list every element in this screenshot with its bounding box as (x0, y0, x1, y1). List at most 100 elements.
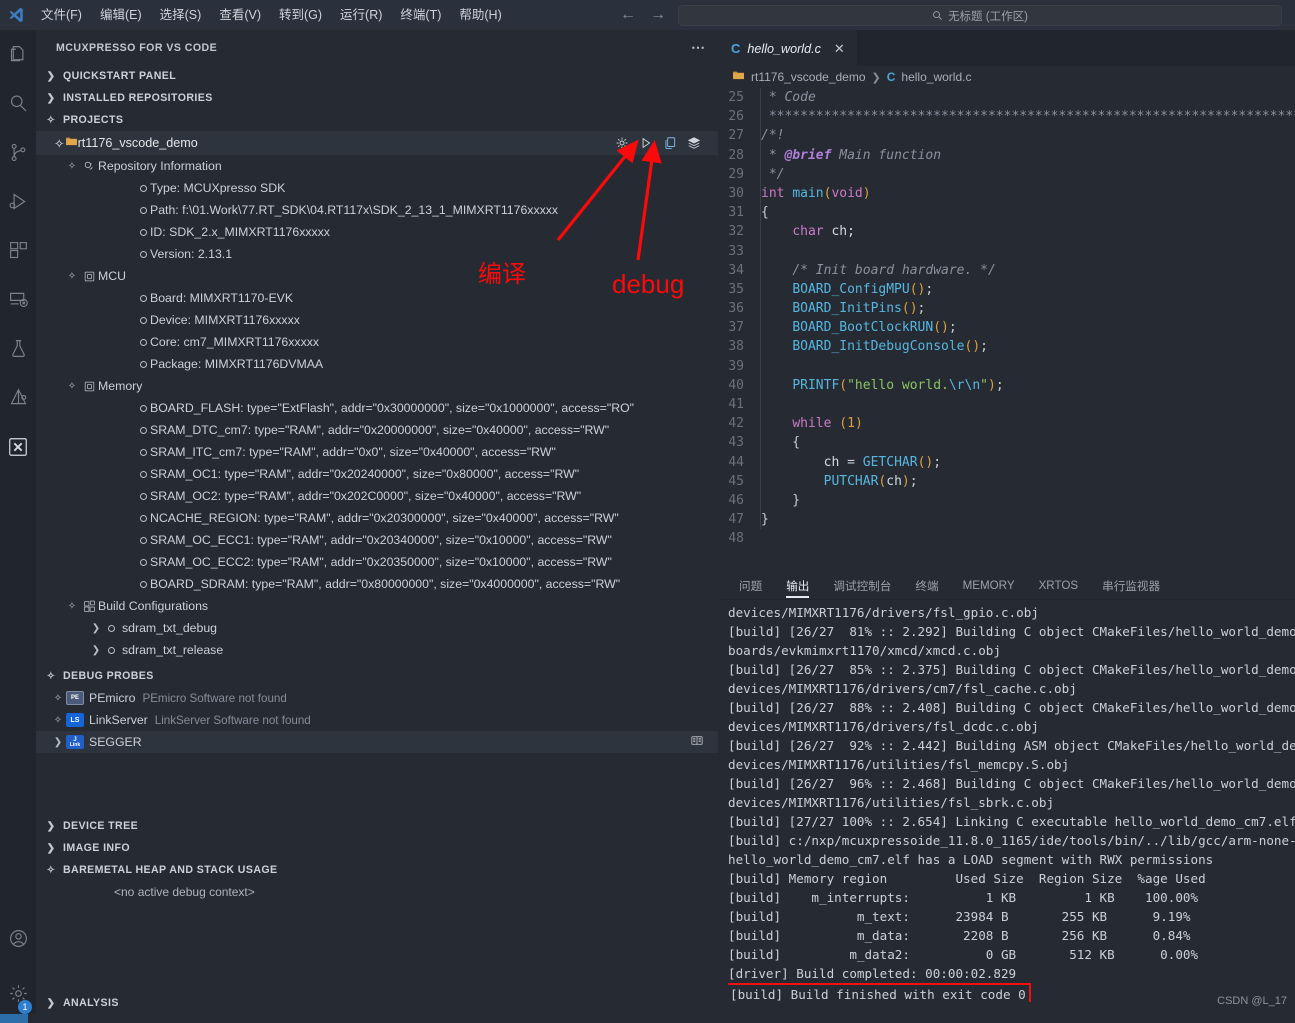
folder-icon (732, 69, 745, 85)
list-item-memory-region[interactable]: SRAM_OC1: type="RAM", addr="0x20240000",… (36, 463, 718, 485)
menu-run[interactable]: 运行(R) (331, 0, 391, 30)
project-action-buttons (614, 135, 702, 151)
list-item-repo-type[interactable]: Type: MCUXpresso SDK (36, 177, 718, 199)
menu-help[interactable]: 帮助(H) (450, 0, 510, 30)
search-icon[interactable] (0, 79, 36, 128)
bullet-icon (136, 515, 150, 522)
probe-list-icon[interactable] (690, 734, 704, 750)
arrow-left-icon[interactable]: ← (620, 7, 636, 23)
chevron-down-icon[interactable]: ✧ (64, 161, 80, 172)
tree-node-memory[interactable]: ✧ Memory (36, 375, 718, 397)
code-line: 43 { (718, 433, 1295, 452)
account-icon[interactable] (0, 914, 36, 963)
tab-output[interactable]: 输出 (774, 572, 821, 600)
list-item-build-config-sdram-txt-release[interactable]: ❯ sdram_txt_release (36, 639, 718, 661)
mcuxpresso-x-icon[interactable] (0, 422, 36, 471)
menu-edit[interactable]: 编辑(E) (91, 0, 151, 30)
remote-explorer-icon[interactable] (0, 275, 36, 324)
code-editor[interactable]: 25 * Code26 ****************************… (718, 88, 1295, 572)
tree-node-build-configurations[interactable]: ✧ Build Configurations (36, 595, 718, 617)
debug-play-icon[interactable] (638, 135, 654, 151)
editor-tab-bar: C hello_world.c ✕ (718, 30, 1295, 66)
chevron-right-icon[interactable]: ❯ (88, 645, 104, 656)
list-item-memory-region[interactable]: SRAM_DTC_cm7: type="RAM", addr="0x200000… (36, 419, 718, 441)
copy-icon[interactable] (662, 135, 678, 151)
extensions-icon[interactable] (0, 226, 36, 275)
debug-probe-pemicro[interactable]: ✧ PE PEmicro PEmicro Software not found (36, 687, 718, 709)
sidebar-section-projects[interactable]: ✧ PROJECTS (36, 109, 718, 131)
remote-indicator-icon[interactable] (0, 1014, 28, 1023)
list-item-memory-region[interactable]: SRAM_ITC_cm7: type="RAM", addr="0x0", si… (36, 441, 718, 463)
tab-problems[interactable]: 问题 (727, 572, 774, 600)
chevron-right-icon[interactable]: ❯ (88, 623, 104, 634)
sidebar-section-image-info[interactable]: ❯ IMAGE INFO (36, 837, 718, 859)
sidebar-section-baremetal-heap-and-stack-usage[interactable]: ✧ BAREMETAL HEAP AND STACK USAGE (36, 859, 718, 881)
menu-view[interactable]: 查看(V) (210, 0, 270, 30)
breadcrumb-file[interactable]: hello_world.c (901, 70, 971, 84)
project-name: rt1176_vscode_demo (78, 136, 198, 150)
line-number: 42 (718, 414, 760, 433)
sidebar-section-quickstart-panel[interactable]: ❯ QUICKSTART PANEL (36, 65, 718, 87)
chevron-down-icon[interactable]: ✧ (64, 601, 80, 612)
tree-node-repository-information[interactable]: ✧ Repository Information (36, 155, 718, 177)
tab-terminal[interactable]: 终端 (903, 572, 950, 600)
testing-flask-icon[interactable] (0, 324, 36, 373)
line-number: 39 (718, 357, 760, 376)
run-and-debug-icon[interactable] (0, 177, 36, 226)
tab-hello-world-c[interactable]: C hello_world.c ✕ (718, 30, 857, 66)
chevron-down-icon[interactable]: ✧ (50, 715, 66, 726)
output-console[interactable]: devices/MIMXRT1176/drivers/fsl_gpio.c.ob… (718, 600, 1295, 1004)
project-row-rt1176-vscode-demo[interactable]: ✧ rt1176_vscode_demo (36, 131, 718, 155)
quick-search-input[interactable]: 无标题 (工作区) (678, 5, 1282, 26)
sidebar-section-analysis[interactable]: ❯ ANALYSIS (36, 992, 718, 1014)
line-content: BOARD_ConfigMPU(); (760, 280, 1295, 299)
sidebar-section-installed-repositories[interactable]: ❯ INSTALLED REPOSITORIES (36, 87, 718, 109)
list-item-repo-path[interactable]: Path: f:\01.Work\77.RT_SDK\04.RT117x\SDK… (36, 199, 718, 221)
tab-debug-console[interactable]: 调试控制台 (821, 572, 903, 600)
list-item-memory-region[interactable]: SRAM_OC_ECC1: type="RAM", addr="0x203400… (36, 529, 718, 551)
chevron-down-icon[interactable]: ✧ (54, 136, 65, 151)
line-number: 34 (718, 261, 760, 280)
tab-memory[interactable]: MEMORY (951, 572, 1027, 600)
layers-icon[interactable] (686, 135, 702, 151)
close-icon[interactable]: ✕ (834, 41, 845, 57)
menu-terminal[interactable]: 终端(T) (391, 0, 450, 30)
ellipsis-icon[interactable]: ⋯ (691, 39, 706, 56)
chevron-down-icon[interactable]: ✧ (64, 381, 80, 392)
list-item-mcu-core[interactable]: Core: cm7_MIMXRT1176xxxxx (36, 331, 718, 353)
bullet-icon (136, 361, 150, 368)
list-item-memory-region[interactable]: SRAM_OC2: type="RAM", addr="0x202C0000",… (36, 485, 718, 507)
build-settings-gear-icon[interactable] (614, 135, 630, 151)
menu-selection[interactable]: 选择(S) (151, 0, 211, 30)
tab-xrtos[interactable]: XRTOS (1027, 572, 1091, 600)
list-item-memory-region[interactable]: BOARD_SDRAM: type="RAM", addr="0x8000000… (36, 573, 718, 595)
list-item-memory-region[interactable]: NCACHE_REGION: type="RAM", addr="0x20300… (36, 507, 718, 529)
chevron-right-icon[interactable]: ❯ (50, 737, 66, 748)
list-item-build-config-sdram-txt-debug[interactable]: ❯ sdram_txt_debug (36, 617, 718, 639)
chevron-down-icon[interactable]: ✧ (50, 693, 66, 704)
item-text: SRAM_OC2: type="RAM", addr="0x202C0000",… (150, 489, 581, 503)
sidebar-section-debug-probes[interactable]: ✧ DEBUG PROBES (36, 665, 718, 687)
menu-file[interactable]: 文件(F) (32, 0, 91, 30)
menu-go[interactable]: 转到(G) (270, 0, 331, 30)
sidebar-section-device-tree[interactable]: ❯ DEVICE TREE (36, 815, 718, 837)
list-item-mcu-package[interactable]: Package: MIMXRT1176DVMAA (36, 353, 718, 375)
explorer-icon[interactable] (0, 30, 36, 79)
list-item-repo-id[interactable]: ID: SDK_2.x_MIMXRT1176xxxxx (36, 221, 718, 243)
list-item-mcu-device[interactable]: Device: MIMXRT1176xxxxx (36, 309, 718, 331)
tab-serial-monitor[interactable]: 串行监视器 (1090, 572, 1172, 600)
section-label: INSTALLED REPOSITORIES (63, 92, 213, 104)
list-item-memory-region[interactable]: SRAM_OC_ECC2: type="RAM", addr="0x203500… (36, 551, 718, 573)
list-item-repo-version[interactable]: Version: 2.13.1 (36, 243, 718, 265)
chevron-right-icon: ❯ (872, 71, 881, 84)
section-label: BAREMETAL HEAP AND STACK USAGE (63, 864, 277, 876)
debug-probe-segger[interactable]: ❯ JLink SEGGER (36, 731, 718, 753)
arrow-right-icon[interactable]: → (650, 7, 666, 23)
mcuxpresso-config-icon[interactable] (0, 373, 36, 422)
line-number: 44 (718, 453, 760, 472)
chevron-down-icon[interactable]: ✧ (64, 271, 80, 282)
source-control-icon[interactable] (0, 128, 36, 177)
breadcrumb-project[interactable]: rt1176_vscode_demo (751, 70, 866, 84)
debug-probe-linkserver[interactable]: ✧ LS LinkServer LinkServer Software not … (36, 709, 718, 731)
list-item-memory-region[interactable]: BOARD_FLASH: type="ExtFlash", addr="0x30… (36, 397, 718, 419)
